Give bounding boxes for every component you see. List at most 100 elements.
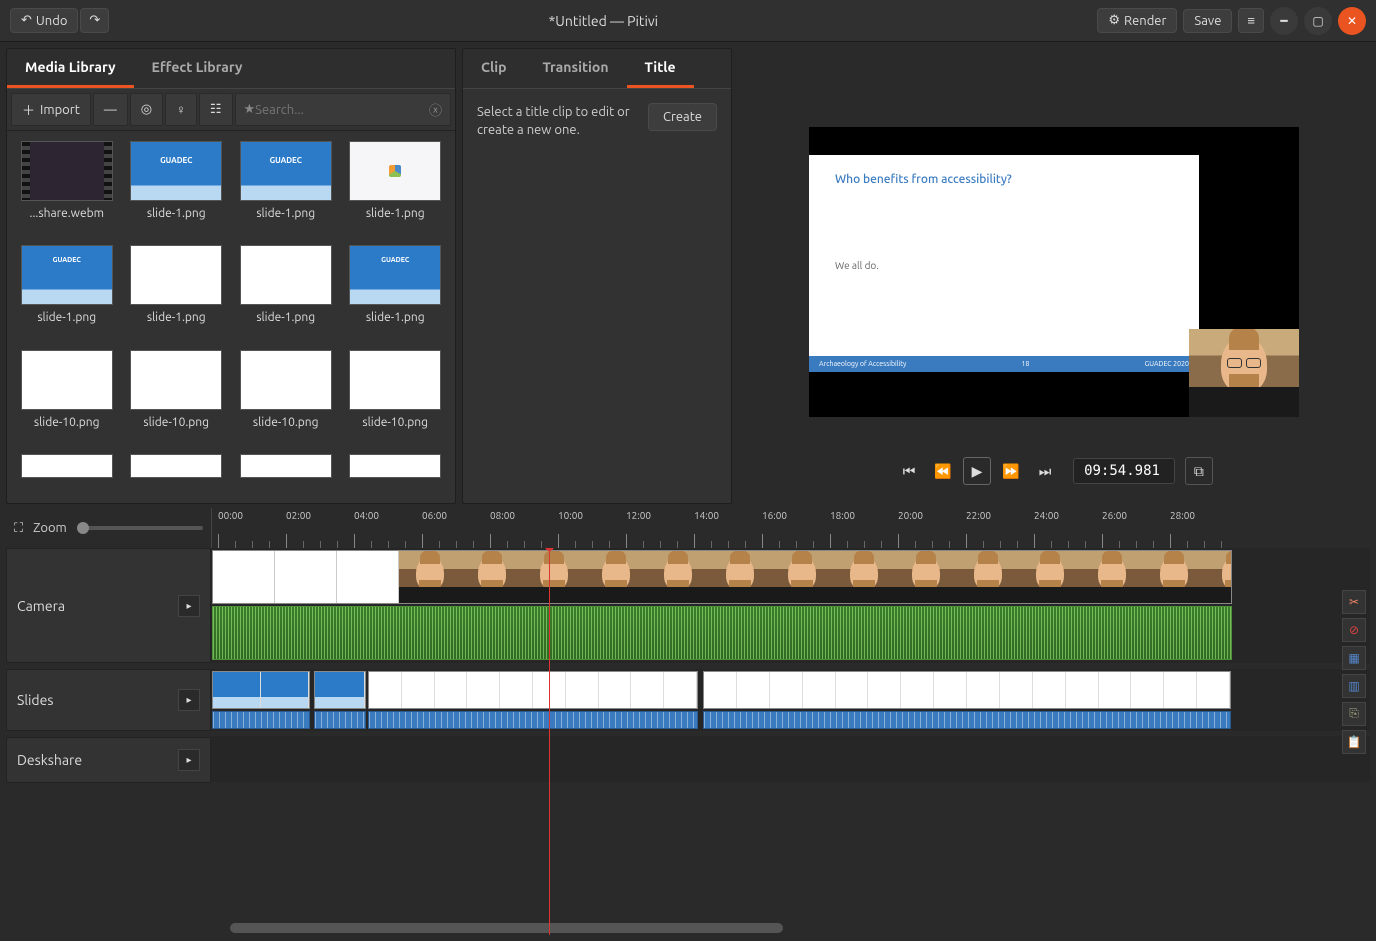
timeline-scrollbar[interactable] — [230, 923, 1336, 933]
minimize-button[interactable]: ━ — [1270, 7, 1298, 35]
clip-frame — [895, 551, 957, 603]
list-view-button[interactable]: ☷ — [199, 93, 233, 126]
detach-viewer-button[interactable]: ⧉ — [1185, 457, 1213, 485]
search-input[interactable] — [255, 103, 429, 117]
clip-properties-button[interactable]: ◎ — [130, 93, 163, 126]
media-filename: slide-1.png — [366, 207, 425, 220]
media-thumb — [130, 454, 222, 478]
insert-end-button[interactable]: ♀ — [165, 93, 197, 126]
clip-slides-3[interactable] — [368, 671, 698, 729]
media-item[interactable]: ...share.webm — [17, 141, 117, 235]
remove-button[interactable]: — — [93, 93, 128, 126]
group-tool[interactable]: ▦ — [1342, 646, 1366, 670]
media-item[interactable]: GUADECslide-1.png — [17, 245, 117, 339]
ruler-label: 04:00 — [354, 510, 379, 521]
clip-slides-1[interactable] — [212, 671, 310, 729]
close-button[interactable]: ✕ — [1338, 7, 1366, 35]
menu-button[interactable]: ≡ — [1238, 8, 1264, 33]
clear-search-icon[interactable]: ⓧ — [429, 100, 442, 119]
ruler-label: 24:00 — [1034, 510, 1059, 521]
undo-button[interactable]: ↶ Undo — [10, 8, 78, 33]
titlebar: ↶ Undo ↷ *Untitled — Pitivi ⚙Render Save… — [0, 0, 1376, 42]
media-item[interactable] — [236, 454, 336, 493]
search-box[interactable]: ★ ⓧ — [235, 93, 451, 126]
media-item[interactable]: slide-10.png — [346, 350, 446, 444]
media-thumb: GUADEC — [21, 245, 113, 305]
track-header-camera[interactable]: Camera ▸ — [6, 548, 211, 663]
timeline-ruler[interactable]: 00:0002:0004:0006:0008:0010:0012:0014:00… — [211, 508, 1370, 548]
media-item[interactable]: GUADECslide-1.png — [346, 245, 446, 339]
import-button[interactable]: ＋Import — [11, 93, 91, 126]
render-button[interactable]: ⚙Render — [1097, 8, 1177, 33]
track-deskshare[interactable] — [211, 736, 1370, 782]
copy-tool[interactable]: ⎘ — [1342, 702, 1366, 726]
clip-frame — [709, 551, 771, 603]
zoom-fit-icon[interactable]: ⛶ — [14, 521, 23, 536]
rewind-button[interactable]: ⏪ — [929, 457, 957, 485]
clip-camera-video[interactable] — [212, 550, 1232, 604]
media-item[interactable]: slide-1.png — [236, 245, 336, 339]
media-thumb — [130, 350, 222, 410]
delete-tool[interactable]: ⊘ — [1342, 618, 1366, 642]
clip-frame — [461, 551, 523, 603]
media-filename: slide-1.png — [147, 311, 206, 324]
track-name-camera: Camera — [17, 598, 178, 614]
track-camera[interactable] — [211, 548, 1370, 663]
scrollbar-thumb[interactable] — [230, 923, 783, 933]
tracks-canvas[interactable] — [211, 548, 1370, 935]
save-button[interactable]: Save — [1183, 9, 1232, 33]
tab-media-library[interactable]: Media Library — [7, 49, 134, 88]
layer-menu-deskshare[interactable]: ▸ — [178, 749, 200, 771]
goto-start-button[interactable]: ⏮ — [895, 457, 923, 485]
zoom-slider[interactable] — [77, 526, 203, 530]
maximize-button[interactable]: ▢ — [1304, 7, 1332, 35]
track-slides[interactable] — [211, 669, 1370, 731]
create-title-button[interactable]: Create — [648, 103, 717, 131]
media-item[interactable]: slide-1.png — [346, 141, 446, 235]
media-item[interactable]: slide-10.png — [236, 350, 336, 444]
zoom-handle[interactable] — [77, 522, 89, 534]
layer-menu-slides[interactable]: ▸ — [178, 689, 200, 711]
tab-transition[interactable]: Transition — [524, 49, 626, 88]
clip-slides-4[interactable] — [703, 671, 1231, 729]
tab-effect-library[interactable]: Effect Library — [134, 49, 261, 88]
media-item[interactable]: GUADECslide-1.png — [127, 141, 227, 235]
play-button[interactable]: ▶ — [963, 457, 991, 485]
undo-icon: ↶ — [21, 13, 32, 28]
goto-end-button[interactable]: ⏭ — [1031, 457, 1059, 485]
forward-button[interactable]: ⏩ — [997, 457, 1025, 485]
media-item[interactable] — [127, 454, 227, 493]
media-item[interactable]: slide-10.png — [17, 350, 117, 444]
media-item[interactable]: GUADECslide-1.png — [236, 141, 336, 235]
tab-clip[interactable]: Clip — [463, 49, 524, 88]
ungroup-tool[interactable]: ▥ — [1342, 674, 1366, 698]
media-thumb — [349, 454, 441, 478]
paste-tool[interactable]: 📋 — [1342, 730, 1366, 754]
playback-controls: ⏮ ⏪ ▶ ⏩ ⏭ 09:54.981 ⧉ — [895, 457, 1213, 485]
media-thumb — [349, 141, 441, 201]
media-filename: slide-1.png — [366, 311, 425, 324]
track-header-deskshare[interactable]: Deskshare ▸ — [6, 737, 211, 783]
media-thumb — [21, 350, 113, 410]
timecode[interactable]: 09:54.981 — [1073, 458, 1175, 484]
media-item[interactable]: slide-10.png — [127, 350, 227, 444]
zoom-label: Zoom — [33, 521, 67, 535]
media-grid: ...share.webmGUADECslide-1.pngGUADECslid… — [7, 131, 455, 503]
clip-camera-audio[interactable] — [212, 606, 1232, 660]
playhead[interactable] — [549, 548, 550, 935]
media-item[interactable] — [346, 454, 446, 493]
tab-title[interactable]: Title — [627, 49, 694, 88]
preview-viewport[interactable]: Who benefits from accessibility? We all … — [809, 127, 1299, 417]
media-thumb: GUADEC — [240, 141, 332, 201]
clip-frame — [1019, 551, 1081, 603]
media-item[interactable]: slide-1.png — [127, 245, 227, 339]
media-item[interactable] — [17, 454, 117, 493]
track-header-slides[interactable]: Slides ▸ — [6, 669, 211, 731]
ruler-label: 22:00 — [966, 510, 991, 521]
redo-button[interactable]: ↷ — [80, 8, 109, 33]
clip-frame — [585, 551, 647, 603]
clip-slides-2[interactable] — [314, 671, 366, 729]
cut-tool[interactable]: ✂ — [1342, 590, 1366, 614]
ruler-label: 26:00 — [1102, 510, 1127, 521]
layer-menu-camera[interactable]: ▸ — [178, 595, 200, 617]
